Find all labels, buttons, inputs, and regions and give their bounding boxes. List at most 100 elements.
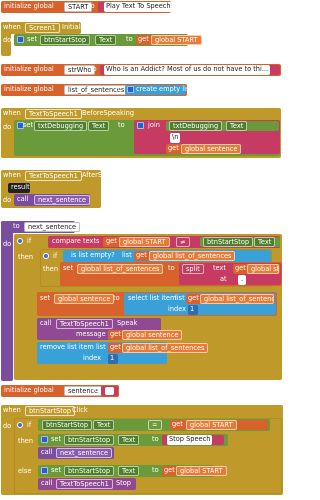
property-dropdown-3[interactable]: Text xyxy=(226,121,248,131)
variable-dropdown-9[interactable]: global sentence xyxy=(122,330,183,340)
gear-icon-5 xyxy=(41,436,48,443)
variable-dropdown-6[interactable]: global strWho xyxy=(247,264,279,274)
get-label-6: get xyxy=(188,294,199,302)
property-dropdown-4[interactable]: Text xyxy=(254,237,276,247)
init-global-label: initialize global xyxy=(4,2,54,10)
list-label: list xyxy=(122,251,132,259)
tts-component-dropdown-4[interactable]: TextToSpeech1 xyxy=(56,479,113,489)
txtdebugging-dropdown-2[interactable]: txtDebugging xyxy=(169,121,223,131)
to-label-2: to xyxy=(126,35,133,43)
after-speaking-label: AfterSpeaking xyxy=(82,171,129,179)
call-label: call xyxy=(17,195,29,203)
proc-name-field[interactable]: next_sentence xyxy=(24,222,81,232)
get-label-10: get xyxy=(164,466,175,474)
else-label: else xyxy=(18,467,32,475)
to-label-6: to xyxy=(168,264,175,272)
property-dropdown[interactable]: Text xyxy=(95,35,117,45)
component-dropdown-btn[interactable]: btnStartStop xyxy=(40,35,91,45)
speak-label: Speak xyxy=(117,319,138,327)
mutator-icon-3[interactable] xyxy=(43,253,49,259)
variable-dropdown-3[interactable]: global START xyxy=(119,237,170,247)
variable-dropdown-11[interactable]: global START xyxy=(186,420,237,430)
gear-icon-4 xyxy=(137,122,144,129)
get-label: get xyxy=(138,35,149,43)
variable-dropdown-12[interactable]: global START xyxy=(176,466,227,476)
variable-dropdown-2[interactable]: global sentence xyxy=(181,144,242,154)
stop-speech-value[interactable]: Stop Speech xyxy=(167,435,213,445)
set-label-3: set xyxy=(63,264,74,272)
create-empty-list-label: create empty list xyxy=(136,85,192,93)
stop-method-label: Stop xyxy=(116,479,131,487)
remove-list-item-label: remove list item xyxy=(40,343,94,351)
text-literal-value-2[interactable]: Who Is an Addict? Most of us do not have… xyxy=(104,65,271,75)
btnstartstop-dropdown-3[interactable]: btnStartStop xyxy=(42,420,93,430)
variable-dropdown-8[interactable]: global list_of_sentences xyxy=(200,294,274,304)
period-value[interactable]: . xyxy=(238,275,247,285)
do-label: do xyxy=(3,36,12,44)
variable-dropdown[interactable]: global START xyxy=(151,35,202,45)
btnstartstop-dropdown[interactable]: btnStartStop xyxy=(203,237,254,247)
proc-dropdown-2[interactable]: next_sentence xyxy=(56,448,113,458)
set-label-2: set xyxy=(23,121,34,129)
txtdebugging-dropdown[interactable]: txtDebugging xyxy=(34,121,88,131)
property-dropdown-7[interactable]: Text xyxy=(118,466,140,476)
call-label-4: call xyxy=(41,479,53,487)
to-label-10: to xyxy=(152,466,159,474)
to-label-5: to xyxy=(118,121,125,129)
property-dropdown-6[interactable]: Text xyxy=(118,435,140,445)
get-label-8: get xyxy=(110,343,121,351)
gear-icon-6 xyxy=(41,467,48,474)
then-label-3: then xyxy=(18,437,34,445)
get-label-9: get xyxy=(172,420,183,428)
index-value-2[interactable]: 1 xyxy=(110,354,114,363)
at-label: at xyxy=(220,275,227,283)
variable-dropdown-10[interactable]: global list_of_sentences xyxy=(122,343,209,353)
newline-value[interactable]: \n xyxy=(170,133,181,143)
before-speaking-label: BeforeSpeaking xyxy=(82,109,135,117)
get-label-3: get xyxy=(106,237,117,245)
empty-text-value[interactable] xyxy=(105,387,114,395)
do-label-4: do xyxy=(3,422,12,430)
text-literal-value[interactable]: Play Text To Speech xyxy=(104,2,173,12)
index-value[interactable]: 1 xyxy=(190,305,194,314)
mutator-icon-4[interactable] xyxy=(17,422,23,428)
get-label-4: get xyxy=(136,251,147,259)
call-label-2: call xyxy=(40,319,52,327)
to-label-9: to xyxy=(152,435,159,443)
variable-dropdown-7[interactable]: global sentence xyxy=(54,294,115,304)
list-label-2: list xyxy=(175,294,185,302)
btnstartstop-dropdown-4[interactable]: btnStartStop xyxy=(64,435,115,445)
variable-dropdown-4[interactable]: global list_of_sentences xyxy=(149,251,236,261)
index-label: index xyxy=(168,305,187,313)
set-label-6: set xyxy=(51,466,62,474)
property-dropdown-2[interactable]: Text xyxy=(88,121,110,131)
get-label-7: get xyxy=(110,330,121,338)
proc-dropdown[interactable]: next_sentence xyxy=(34,195,91,205)
if-label: if xyxy=(27,237,32,245)
set-label-4: set xyxy=(40,294,51,302)
compare-op-dropdown[interactable]: ≠ xyxy=(176,237,190,247)
click-label: Click xyxy=(72,406,88,414)
to-label: to xyxy=(88,2,95,10)
set-label: set xyxy=(27,35,38,43)
variable-dropdown-5[interactable]: global list_of_sentences xyxy=(77,264,164,274)
mutator-icon-2[interactable] xyxy=(17,238,23,244)
do-label-2: do xyxy=(3,123,12,131)
component-dropdown[interactable]: Screen1 xyxy=(25,23,60,33)
tts-component-dropdown[interactable]: TextToSpeech1 xyxy=(25,109,82,119)
btnstartstop-dropdown-5[interactable]: btnStartStop xyxy=(64,466,115,476)
tts-component-dropdown-2[interactable]: TextToSpeech1 xyxy=(25,171,82,181)
split-dropdown[interactable]: split xyxy=(182,264,204,274)
join-label: join xyxy=(148,121,160,129)
call-label-3: call xyxy=(41,448,53,456)
btnstartstop-dropdown-2[interactable]: btnStartStop xyxy=(25,406,76,416)
gear-icon-2 xyxy=(127,86,134,93)
tts-component-dropdown-3[interactable]: TextToSpeech1 xyxy=(56,319,113,329)
init-global-label-3: initialize global xyxy=(4,85,54,93)
set-label-5: set xyxy=(51,435,62,443)
property-dropdown-5[interactable]: Text xyxy=(93,420,115,430)
when-label-3: when xyxy=(3,171,21,179)
equals-op-dropdown[interactable]: = xyxy=(148,420,162,430)
to-label-proc: to xyxy=(13,222,20,230)
init-global-label-2: initialize global xyxy=(4,65,54,73)
